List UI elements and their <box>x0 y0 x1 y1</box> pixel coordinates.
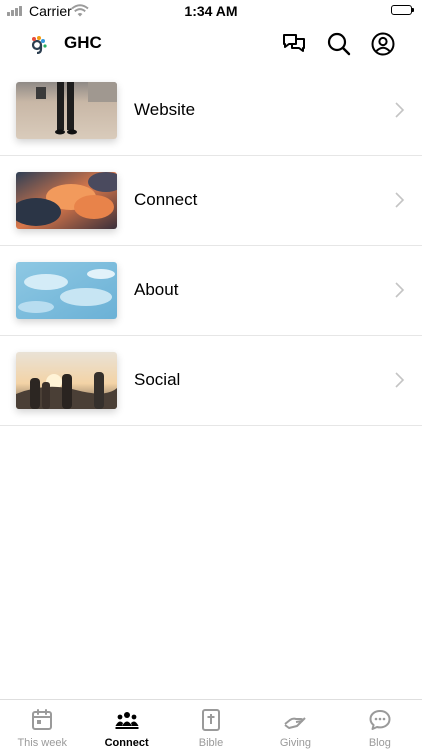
sunset-clouds-image <box>16 172 117 229</box>
item-label: About <box>134 280 179 299</box>
tab-bar: This week Connect Bible Giving Blog <box>0 699 422 751</box>
app-title: GHC <box>64 33 102 52</box>
tab-label: Blog <box>368 737 391 749</box>
chat-bubbles-icon[interactable] <box>281 31 307 57</box>
tab-label: This week <box>17 737 67 749</box>
blue-sky-clouds-image <box>16 262 117 319</box>
list-item-about[interactable]: About <box>0 246 422 336</box>
calendar-icon <box>30 708 54 732</box>
tab-label: Giving <box>279 737 312 749</box>
tab-bible[interactable]: Bible <box>169 700 253 751</box>
friends-at-sunset-image <box>16 352 117 409</box>
person-on-pavement-image <box>16 82 117 139</box>
tab-giving[interactable]: Giving <box>253 700 337 751</box>
list-item-website[interactable]: Website <box>0 66 422 156</box>
status-bar: Carrier 1:34 AM <box>0 0 422 22</box>
tab-label: Connect <box>104 737 149 749</box>
hand-giving-icon <box>283 708 307 732</box>
list-item-connect[interactable]: Connect <box>0 156 422 246</box>
app-logo-icon <box>28 34 48 55</box>
bible-icon <box>199 708 223 732</box>
battery-icon <box>391 5 414 15</box>
tab-blog[interactable]: Blog <box>338 700 422 751</box>
tab-this-week[interactable]: This week <box>0 700 84 751</box>
people-group-icon <box>115 708 139 732</box>
tab-label: Bible <box>198 737 224 749</box>
tab-connect[interactable]: Connect <box>84 700 168 751</box>
chevron-right-icon <box>394 371 405 389</box>
list-item-social[interactable]: Social <box>0 336 422 426</box>
search-icon[interactable] <box>326 31 352 57</box>
chevron-right-icon <box>394 191 405 209</box>
menu-list: Website Connect About Social <box>0 66 422 426</box>
chevron-right-icon <box>394 281 405 299</box>
speech-bubble-icon <box>368 708 392 732</box>
item-label: Website <box>134 100 196 119</box>
chevron-right-icon <box>394 101 405 119</box>
status-time: 1:34 AM <box>184 3 238 19</box>
account-icon[interactable] <box>370 31 396 57</box>
app-header: GHC <box>0 22 422 66</box>
item-label: Connect <box>134 190 198 209</box>
item-label: Social <box>134 370 181 389</box>
